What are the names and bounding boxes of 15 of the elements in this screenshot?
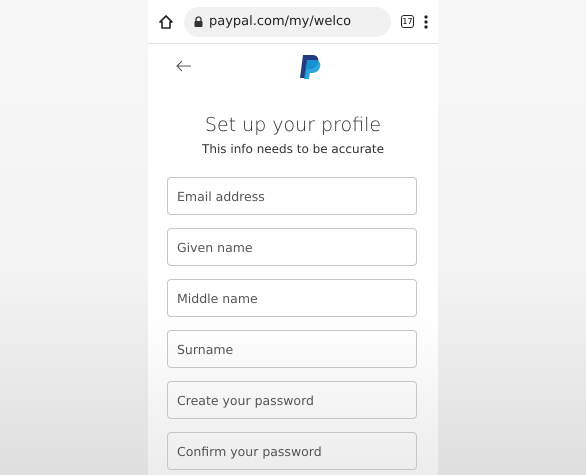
page-title: Set up your profile bbox=[204, 114, 382, 136]
lock-icon bbox=[194, 16, 203, 27]
logo-icon bbox=[299, 54, 321, 79]
menu-icon[interactable] bbox=[424, 14, 428, 28]
input-field[interactable]: Confirm your password bbox=[167, 432, 417, 470]
input-field[interactable]: Middle name bbox=[167, 279, 417, 317]
back-arrow-icon[interactable] bbox=[176, 60, 192, 72]
subtitle: This info needs to be accurate bbox=[201, 142, 385, 156]
tab-count-button[interactable]: 17 bbox=[401, 15, 414, 28]
home-icon[interactable] bbox=[158, 14, 174, 30]
input-field[interactable]: Email address bbox=[167, 177, 417, 215]
input-field[interactable]: Create your password bbox=[167, 381, 417, 419]
address-bar[interactable]: paypal.com/my/welco bbox=[184, 6, 391, 36]
input-field[interactable]: Surname bbox=[167, 330, 417, 368]
input-field[interactable]: Given name bbox=[167, 228, 417, 266]
